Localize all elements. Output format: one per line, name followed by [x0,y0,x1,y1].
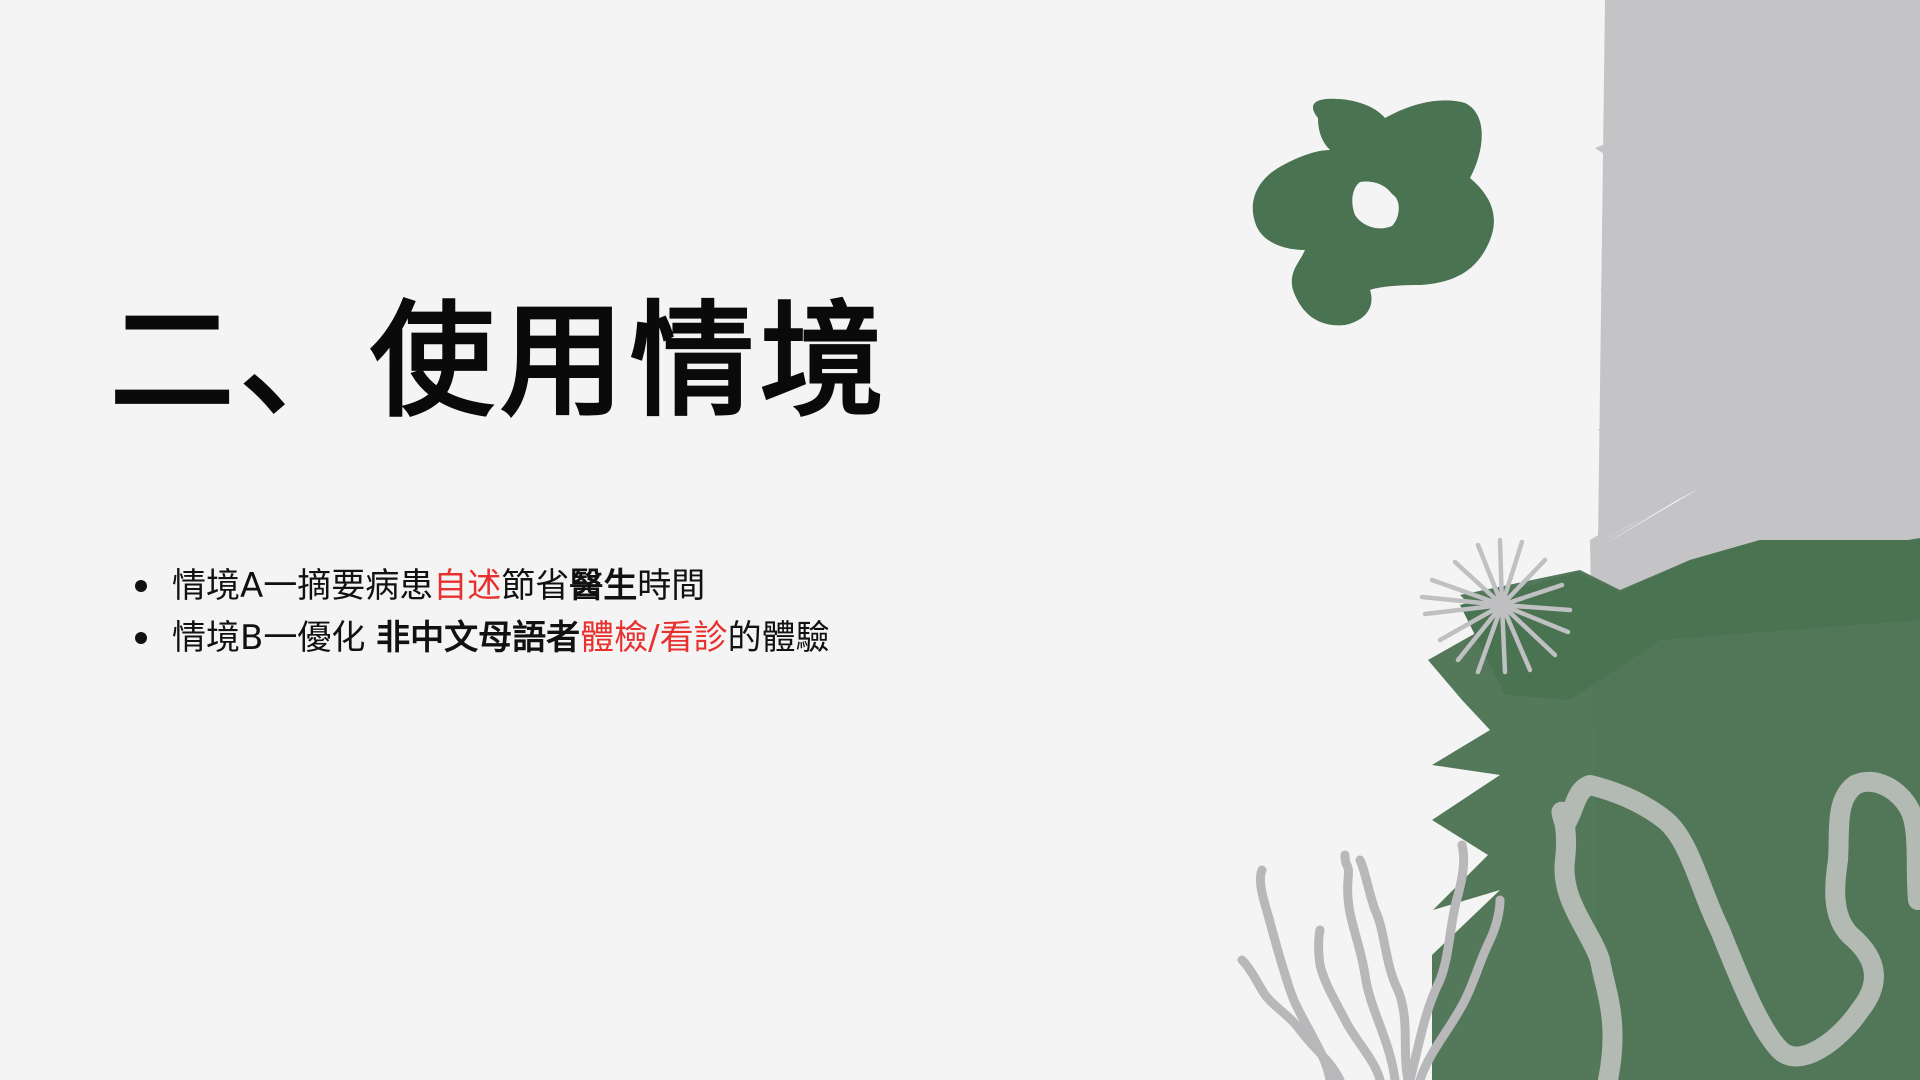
seaweed-shape [1237,840,1505,1080]
bold-text: 非中文母語者 [376,618,581,658]
text-segment: 情境A一摘要病患 [172,566,434,606]
wavy-line-shape [1551,771,1920,1080]
bullet-item-scenario-b: 情境B一優化 非中文母語者體檢/看診的體驗 [130,612,830,664]
text-segment: 時間 [637,566,706,606]
bullet-text: 情境A一摘要病患自述節省醫生時間 [172,566,705,606]
flower-shape [1252,98,1494,326]
background-decoration [1237,0,1920,1080]
bullet-list: 情境A一摘要病患自述節省醫生時間 情境B一優化 非中文母語者體檢/看診的體驗 [130,560,830,664]
text-segment: 情境B一優化 [172,618,377,658]
slide-title: 二、使用情境 [110,290,891,434]
highlight-text: 自述 [433,566,502,606]
flower-center [1352,181,1399,229]
bold-text: 醫生 [569,566,638,606]
gray-zigzag-shape [1590,0,1920,1080]
green-leaf-shape [1428,538,1920,1080]
bullet-text: 情境B一優化 非中文母語者體檢/看診的體驗 [172,618,830,658]
text-segment: 的體驗 [727,618,830,658]
gray-zigzag-main [1595,0,1920,1080]
bullet-dot [135,632,147,644]
bullet-dot [135,580,147,592]
slide: 二、使用情境 情境A一摘要病患自述節省醫生時間 情境B一優化 非中文母語者體檢/… [0,0,1920,1080]
bullet-item-scenario-a: 情境A一摘要病患自述節省醫生時間 [130,560,830,612]
text-segment: 節省 [501,566,570,606]
sunburst-icon [1419,537,1573,675]
highlight-text: 體檢/看診 [580,618,728,658]
green-leaf-top [1460,540,1920,700]
